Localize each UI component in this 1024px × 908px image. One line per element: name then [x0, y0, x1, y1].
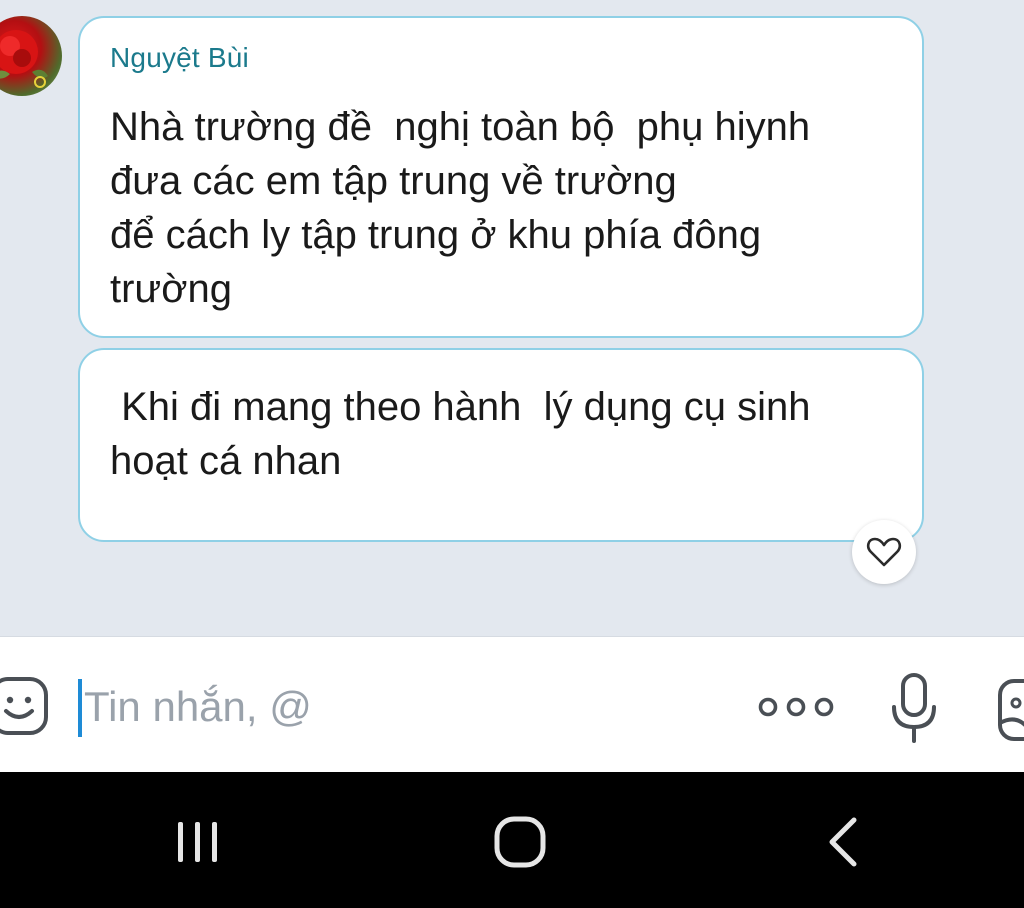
- home-icon[interactable]: [492, 814, 548, 870]
- system-navigation-bar: [0, 772, 1024, 908]
- text-cursor: [78, 679, 82, 737]
- more-dots-icon[interactable]: [756, 689, 836, 725]
- avatar[interactable]: [0, 16, 62, 96]
- message-composer: [0, 636, 1024, 772]
- message-text: Nhà trường đề nghị toàn bộ phụ hiynh đưa…: [110, 105, 811, 311]
- message-text: Khi đi mang theo hành lý dụng cụ sinh ho…: [110, 385, 811, 483]
- message-bubble[interactable]: Khi đi mang theo hành lý dụng cụ sinh ho…: [78, 348, 924, 542]
- sender-name[interactable]: Nguyệt Bùi: [110, 42, 249, 74]
- message-input[interactable]: [84, 675, 584, 739]
- chat-screen: Nguyệt Bùi Nhà trường đề nghị toàn bộ ph…: [0, 0, 1024, 908]
- message-list[interactable]: Nguyệt Bùi Nhà trường đề nghị toàn bộ ph…: [0, 0, 1024, 636]
- sticker-icon[interactable]: [994, 675, 1024, 745]
- back-icon[interactable]: [822, 814, 866, 870]
- reaction-button[interactable]: [852, 520, 916, 584]
- recent-apps-icon[interactable]: [170, 818, 226, 866]
- message-bubble[interactable]: Nguyệt Bùi Nhà trường đề nghị toàn bộ ph…: [78, 16, 924, 338]
- microphone-icon[interactable]: [886, 669, 942, 749]
- heart-outline-icon: [866, 537, 902, 567]
- smiley-icon[interactable]: [0, 673, 52, 739]
